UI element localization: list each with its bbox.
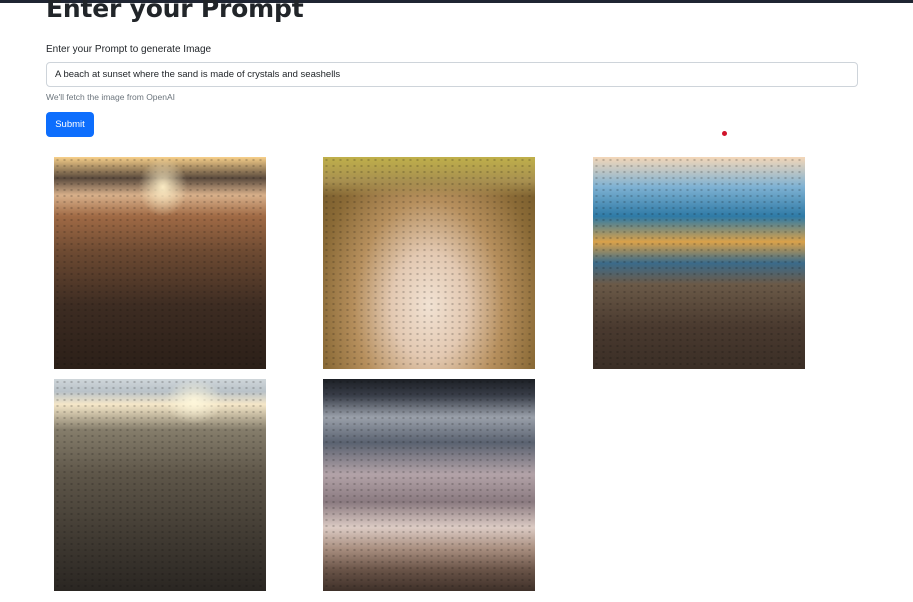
- help-text: We'll fetch the image from OpenAI: [46, 92, 176, 102]
- generated-image-5: [323, 379, 535, 591]
- generated-image-3: [593, 157, 805, 369]
- prompt-input[interactable]: [46, 62, 858, 87]
- generated-image-1: [54, 157, 266, 369]
- image-texture: [593, 157, 805, 369]
- page-title: Enter your Prompt: [46, 0, 304, 23]
- image-texture: [323, 379, 535, 591]
- image-texture: [323, 157, 535, 369]
- status-dot-indicator: [722, 131, 727, 136]
- submit-button[interactable]: Submit: [46, 112, 94, 137]
- generated-image-4: [54, 379, 266, 591]
- image-texture: [54, 157, 266, 369]
- generated-image-2: [323, 157, 535, 369]
- prompt-label: Enter your Prompt to generate Image: [46, 44, 212, 55]
- image-texture: [54, 379, 266, 591]
